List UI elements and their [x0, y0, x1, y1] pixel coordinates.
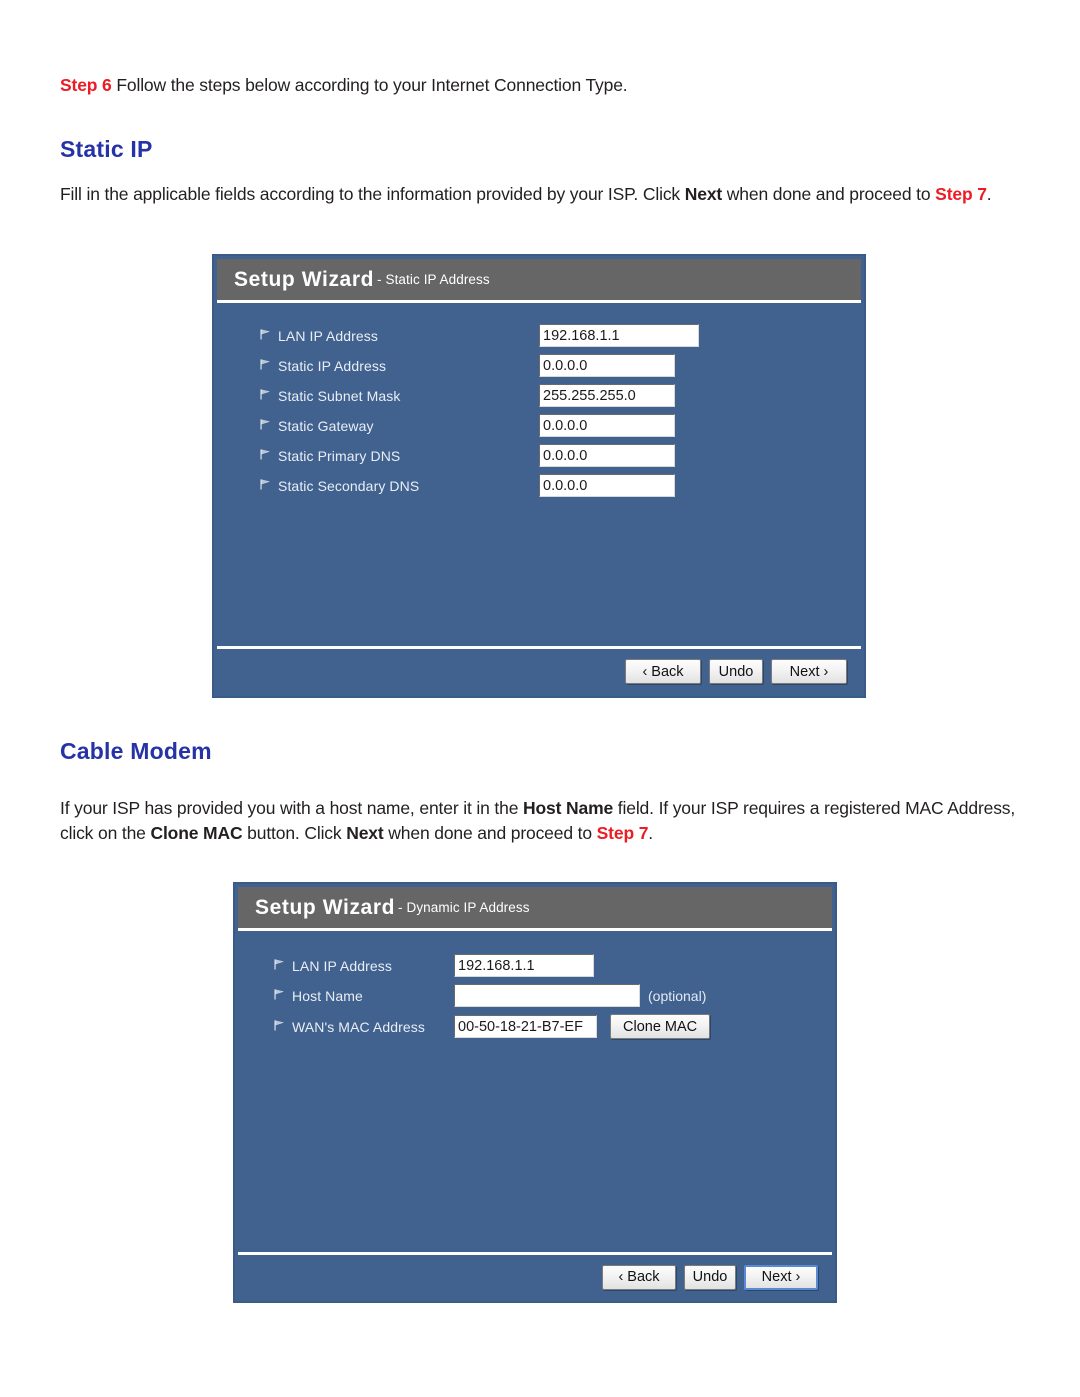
next-button[interactable]: Next › — [744, 1264, 818, 1290]
clone-mac-button[interactable]: Clone MAC — [610, 1014, 711, 1039]
flag-bullet-icon — [259, 418, 272, 431]
dynamic-panel-footer: ‹ Back Undo Next › — [238, 1252, 832, 1299]
static-panel-subtitle: - Static IP Address — [377, 272, 490, 287]
label-text: LAN IP Address — [278, 327, 378, 344]
back-button[interactable]: ‹ Back — [625, 659, 701, 684]
field-row: Host Name (optional) — [273, 984, 710, 1007]
cable-par-hostname-bold: Host Name — [523, 798, 614, 818]
setup-wizard-static-ip-panel: Setup Wizard - Static IP Address LAN IP … — [212, 254, 866, 698]
static-par-next-bold: Next — [684, 184, 723, 204]
flag-bullet-icon — [259, 478, 272, 491]
field-row: WAN's MAC Address 00-50-18-21-B7-EF Clon… — [273, 1014, 711, 1039]
input-value: 192.168.1.1 — [543, 327, 620, 344]
input-value: 255.255.255.0 — [543, 387, 636, 404]
step6-text: Follow the steps below according to your… — [111, 75, 628, 95]
input-value: 0.0.0.0 — [543, 357, 588, 374]
flag-bullet-icon — [259, 328, 272, 341]
static-par-step7: Step 7 — [935, 184, 987, 204]
static-ip-paragraph: Fill in the applicable fields according … — [60, 182, 1010, 207]
flag-bullet-icon — [273, 988, 286, 1001]
label-static-gateway: Static Gateway — [259, 418, 539, 434]
next-button[interactable]: Next › — [771, 659, 847, 684]
label-text: WAN's MAC Address — [292, 1018, 425, 1035]
input-wan-mac-address[interactable]: 00-50-18-21-B7-EF — [454, 1015, 597, 1038]
cable-par-part-0: If your ISP has provided you with a host… — [60, 798, 523, 818]
input-static-ip-address[interactable]: 0.0.0.0 — [539, 354, 675, 377]
static-par-part-4: . — [986, 184, 992, 204]
input-static-subnet-mask[interactable]: 255.255.255.0 — [539, 384, 675, 407]
input-host-name[interactable] — [454, 984, 640, 1007]
label-lan-ip-address: LAN IP Address — [259, 328, 539, 344]
input-value: 0.0.0.0 — [543, 477, 588, 494]
input-lan-ip-address[interactable]: 192.168.1.1 — [539, 324, 699, 347]
static-ip-heading-text: Static IP — [60, 136, 153, 162]
back-button[interactable]: ‹ Back — [602, 1264, 676, 1290]
step6-instruction: Step 6 Follow the steps below according … — [60, 73, 1020, 98]
label-host-name: Host Name — [273, 988, 454, 1004]
cable-modem-heading-text: Cable Modem — [60, 738, 212, 764]
field-row: Static IP Address 0.0.0.0 — [259, 354, 699, 377]
input-static-gateway[interactable]: 0.0.0.0 — [539, 414, 675, 437]
static-panel-header: Setup Wizard - Static IP Address — [217, 259, 861, 303]
cable-modem-paragraph: If your ISP has provided you with a host… — [60, 796, 1018, 846]
input-value: 00-50-18-21-B7-EF — [458, 1018, 583, 1035]
static-panel-footer: ‹ Back Undo Next › — [217, 646, 861, 694]
step6-label: Step 6 — [60, 75, 112, 95]
flag-bullet-icon — [259, 358, 272, 371]
flag-bullet-icon — [273, 1019, 286, 1032]
field-row: Static Primary DNS 0.0.0.0 — [259, 444, 699, 467]
label-text: Static Gateway — [278, 417, 374, 434]
static-par-part-0: Fill in the applicable fields according … — [60, 184, 685, 204]
input-value: 192.168.1.1 — [458, 957, 535, 974]
dynamic-panel-header: Setup Wizard - Dynamic IP Address — [238, 887, 832, 931]
cable-par-step7: Step 7 — [596, 823, 649, 843]
input-value: 0.0.0.0 — [543, 417, 588, 434]
static-par-part-2: when done and proceed to — [722, 184, 936, 204]
label-text: Static IP Address — [278, 357, 387, 374]
field-row: Static Secondary DNS 0.0.0.0 — [259, 474, 699, 497]
flag-bullet-icon — [259, 388, 272, 401]
dynamic-panel-body: LAN IP Address 192.168.1.1 Host Name (op… — [238, 931, 832, 1299]
label-static-ip-address: Static IP Address — [259, 358, 539, 374]
host-name-optional-note: (optional) — [648, 987, 707, 1004]
cable-par-part-6: when done and proceed to — [383, 823, 597, 843]
field-row: Static Gateway 0.0.0.0 — [259, 414, 699, 437]
field-row: LAN IP Address 192.168.1.1 — [273, 954, 710, 977]
field-row: LAN IP Address 192.168.1.1 — [259, 324, 699, 347]
cable-par-part-8: . — [648, 823, 653, 843]
static-ip-heading: Static IP — [60, 136, 153, 163]
label-text: Static Secondary DNS — [278, 477, 420, 494]
static-panel-title: Setup Wizard — [234, 267, 375, 291]
label-text: Static Subnet Mask — [278, 387, 401, 404]
cable-modem-heading: Cable Modem — [60, 738, 212, 765]
flag-bullet-icon — [273, 958, 286, 971]
undo-button[interactable]: Undo — [709, 659, 763, 684]
cable-par-part-4: button. Click — [242, 823, 347, 843]
setup-wizard-dynamic-ip-panel: Setup Wizard - Dynamic IP Address LAN IP… — [233, 882, 837, 1303]
label-text: Host Name — [292, 987, 363, 1004]
input-static-primary-dns[interactable]: 0.0.0.0 — [539, 444, 675, 467]
document-page: Step 6 Follow the steps below according … — [0, 0, 1080, 1397]
label-wan-mac-address: WAN's MAC Address — [273, 1019, 454, 1035]
input-lan-ip-address[interactable]: 192.168.1.1 — [454, 954, 594, 977]
label-lan-ip-address: LAN IP Address — [273, 958, 454, 974]
input-value: 0.0.0.0 — [543, 447, 588, 464]
dynamic-panel-title: Setup Wizard — [255, 895, 396, 919]
input-static-secondary-dns[interactable]: 0.0.0.0 — [539, 474, 675, 497]
undo-button[interactable]: Undo — [684, 1264, 736, 1290]
flag-bullet-icon — [259, 448, 272, 461]
field-row: Static Subnet Mask 255.255.255.0 — [259, 384, 699, 407]
label-static-primary-dns: Static Primary DNS — [259, 448, 539, 464]
cable-par-clonemac-bold: Clone MAC — [150, 823, 243, 843]
label-text: LAN IP Address — [292, 957, 392, 974]
label-static-subnet-mask: Static Subnet Mask — [259, 388, 539, 404]
dynamic-panel-subtitle: - Dynamic IP Address — [398, 900, 530, 915]
cable-par-next-bold: Next — [346, 823, 384, 843]
label-static-secondary-dns: Static Secondary DNS — [259, 478, 539, 494]
static-panel-body: LAN IP Address 192.168.1.1 Static IP Add… — [217, 303, 861, 694]
label-text: Static Primary DNS — [278, 447, 401, 464]
